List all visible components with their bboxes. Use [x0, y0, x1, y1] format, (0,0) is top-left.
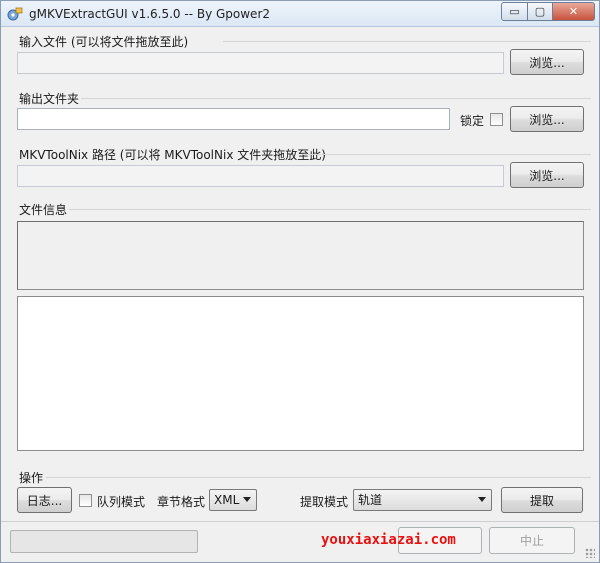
output-folder-group-title: 输出文件夹 [19, 92, 80, 106]
input-browse-button[interactable]: 浏览... [510, 49, 584, 75]
chapter-format-label: 章节格式 [157, 495, 206, 509]
extract-mode-label: 提取模式 [300, 495, 349, 509]
app-icon [7, 7, 23, 21]
chevron-down-icon [478, 497, 486, 502]
resize-grip-icon[interactable] [585, 548, 595, 558]
file-info-group-divider [69, 209, 591, 210]
window-title: gMKVExtractGUI v1.6.5.0 -- By Gpower2 [29, 7, 271, 21]
mkvtoolnix-group-divider [303, 154, 591, 155]
input-file-group-title: 输入文件 (可以将文件拖放至此) [19, 35, 189, 49]
lock-label: 锁定 [460, 114, 485, 128]
extract-button[interactable]: 提取 [501, 487, 583, 513]
extract-mode-select[interactable]: 轨道 [353, 489, 492, 511]
status-bar: 中止 youxiaxiazai.com [1, 521, 599, 562]
output-folder-field[interactable] [17, 108, 450, 130]
title-bar[interactable]: gMKVExtractGUI v1.6.5.0 -- By Gpower2 ▭ … [1, 1, 599, 27]
close-button[interactable]: ✕ [552, 2, 595, 21]
input-group-divider [223, 41, 591, 42]
chevron-down-icon [243, 497, 251, 502]
actions-group-divider [46, 477, 591, 478]
main-window: gMKVExtractGUI v1.6.5.0 -- By Gpower2 ▭ … [0, 0, 600, 563]
minimize-icon: ▭ [509, 5, 520, 18]
minimize-button[interactable]: ▭ [501, 2, 528, 21]
output-browse-button[interactable]: 浏览... [510, 106, 584, 132]
mkvtoolnix-group-title: MKVToolNix 路径 (可以将 MKVToolNix 文件夹拖放至此) [19, 148, 326, 162]
queue-mode-label: 队列模式 [97, 495, 146, 509]
output-group-divider [81, 98, 591, 99]
close-icon: ✕ [568, 5, 579, 18]
log-button[interactable]: 日志... [17, 487, 72, 513]
watermark-text: youxiaxiazai.com [321, 532, 456, 548]
input-file-field[interactable] [17, 52, 504, 74]
lock-checkbox[interactable] [490, 113, 503, 126]
mkvtoolnix-path-field[interactable] [17, 165, 504, 187]
abort-button[interactable]: 中止 [489, 527, 575, 554]
chapter-format-select[interactable]: XML [209, 489, 257, 511]
file-info-panel[interactable] [17, 221, 584, 290]
maximize-icon: ▢ [534, 5, 546, 18]
queue-mode-checkbox[interactable] [79, 494, 92, 507]
file-info-group-title: 文件信息 [19, 203, 68, 217]
maximize-button[interactable]: ▢ [527, 2, 553, 21]
extract-mode-value: 轨道 [358, 493, 383, 507]
track-list-panel[interactable] [17, 296, 584, 451]
progress-bar [10, 530, 198, 553]
actions-group-title: 操作 [19, 471, 44, 485]
chapter-format-value: XML [214, 493, 240, 507]
mkvtoolnix-browse-button[interactable]: 浏览... [510, 162, 584, 188]
